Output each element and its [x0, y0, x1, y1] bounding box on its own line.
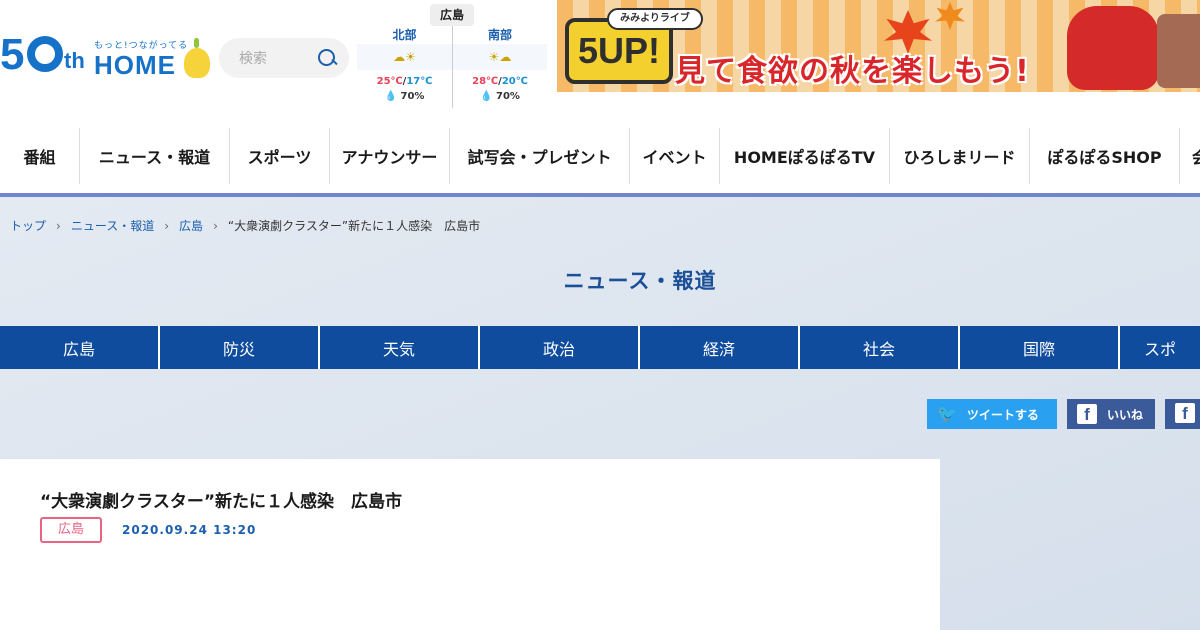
gnav-item-more[interactable]: 会 [1180, 128, 1200, 184]
site-header: 5 th もっと!つながってる HOME 検索 広島 北部 ☁☀ 25℃/17℃… [0, 0, 1200, 110]
article-category-badge[interactable]: 広島 [40, 517, 102, 543]
weather-south-name: 南部 [487, 28, 512, 42]
weather-south-rain: 💧 70% [453, 91, 547, 102]
south-rain-chance: 70% [496, 91, 520, 102]
weather-widget: 広島 北部 ☁☀ 25℃/17℃ 💧 70% 南部 ☀☁ 28℃/20℃ 💧 7… [357, 0, 547, 108]
weather-region-tab[interactable]: 広島 [430, 4, 474, 26]
search-icon[interactable] [317, 48, 337, 68]
category-tab-international[interactable]: 国際 [960, 326, 1120, 369]
north-low-temp: 17℃ [406, 76, 433, 87]
gnav-item-hiroshima-lead[interactable]: ひろしまリード [890, 128, 1030, 184]
category-tab-hiroshima[interactable]: 広島 [0, 326, 160, 369]
breadcrumb-hiroshima[interactable]: 広島 [179, 217, 203, 234]
share-buttons: 🐦 ツイートする f いいね f [927, 399, 1200, 429]
cloudy-sunny-icon: ☁☀ [357, 44, 452, 70]
promo-banner[interactable]: 5UP! みみよりライブ 見て食欲の秋を楽しもう! [557, 0, 1200, 92]
article-card: “大衆演劇クラスター”新たに１人感染 広島市 広島 2020.09.24 13:… [0, 459, 940, 630]
main-content: トップ › ニュース・報道 › 広島 › “大衆演劇クラスター”新たに１人感染 … [0, 197, 1200, 630]
facebook-icon: f [1077, 404, 1097, 424]
weather-north-rain: 💧 70% [357, 91, 452, 102]
sunny-cloudy-icon: ☀☁ [453, 44, 547, 70]
page-title: ニュース・報道 [563, 269, 717, 293]
article-title: “大衆演劇クラスター”新たに１人感染 広島市 [40, 492, 403, 512]
logo-fifty: 5 [0, 30, 25, 79]
gnav-item-announcers[interactable]: アナウンサー [330, 128, 450, 184]
gnav-item-programs[interactable]: 番組 [0, 128, 80, 184]
category-tab-economy[interactable]: 経済 [640, 326, 800, 369]
tweet-label: ツイートする [966, 407, 1039, 422]
weather-north: 北部 ☁☀ 25℃/17℃ 💧 70% [357, 26, 452, 108]
breadcrumb-news[interactable]: ニュース・報道 [71, 217, 154, 234]
south-low-temp: 20℃ [501, 76, 528, 87]
south-high-temp: 28℃ [472, 76, 499, 87]
cooker-image [1067, 6, 1159, 90]
category-tab-disaster[interactable]: 防災 [160, 326, 320, 369]
category-tab-sports[interactable]: スポ [1120, 326, 1200, 369]
site-logo[interactable]: 5 th もっと!つながってる HOME [0, 30, 215, 82]
category-tab-society[interactable]: 社会 [800, 326, 960, 369]
article-date: 2020.09.24 13:20 [122, 523, 257, 537]
logo-home: HOME [94, 50, 176, 80]
category-tab-weather[interactable]: 天気 [320, 326, 480, 369]
breadcrumb-current: “大衆演劇クラスター”新たに１人感染 広島市 [227, 219, 481, 233]
gnav-item-porupolu-tv[interactable]: HOMEぽるぽるTV [720, 128, 890, 184]
weather-south-temp: 28℃/20℃ [472, 76, 528, 87]
gnav-item-shop[interactable]: ぽるぽるSHOP [1030, 128, 1180, 184]
logo-ring-icon [27, 36, 63, 72]
weather-north-temp: 25℃/17℃ [376, 76, 433, 87]
search-box[interactable]: 検索 [219, 38, 349, 78]
chevron-right-icon: › [213, 218, 218, 233]
gnav-item-present[interactable]: 試写会・プレゼント [450, 128, 630, 184]
category-nav: 広島 防災 天気 政治 経済 社会 国際 スポ [0, 326, 1200, 369]
facebook-like-button[interactable]: f いいね [1067, 399, 1155, 429]
gnav-item-events[interactable]: イベント [630, 128, 720, 184]
search-input[interactable]: 検索 [239, 48, 317, 68]
breadcrumb-top[interactable]: トップ [10, 217, 46, 234]
like-label: いいね [1107, 407, 1144, 422]
banner-catchphrase: 見て食欲の秋を楽しもう! [675, 54, 1030, 89]
weather-north-name: 北部 [392, 28, 417, 42]
food-image [1157, 14, 1200, 88]
chevron-right-icon: › [56, 218, 61, 233]
raindrop-icon: 💧 [480, 91, 493, 102]
breadcrumb: トップ › ニュース・報道 › 広島 › “大衆演劇クラスター”新たに１人感染 … [10, 217, 480, 234]
north-rain-chance: 70% [400, 91, 425, 102]
logo-th: th [64, 48, 85, 73]
chevron-right-icon: › [164, 218, 170, 233]
weather-south: 南部 ☀☁ 28℃/20℃ 💧 70% [452, 26, 547, 108]
gnav-item-news[interactable]: ニュース・報道 [80, 128, 230, 184]
facebook-icon: f [1175, 403, 1195, 423]
twitter-bird-icon: 🐦 [937, 406, 957, 423]
facebook-share-button[interactable]: f [1165, 399, 1200, 429]
mascot-icon [184, 38, 210, 78]
category-tab-politics[interactable]: 政治 [480, 326, 640, 369]
tweet-button[interactable]: 🐦 ツイートする [927, 399, 1057, 429]
banner-pill: みみよりライブ [607, 8, 703, 30]
gnav-item-sports[interactable]: スポーツ [230, 128, 330, 184]
raindrop-icon: 💧 [384, 91, 398, 102]
global-nav: 番組 ニュース・報道 スポーツ アナウンサー 試写会・プレゼント イベント HO… [0, 128, 1200, 184]
maple-leaf-icon [935, 2, 965, 30]
north-high-temp: 25℃ [376, 76, 403, 87]
